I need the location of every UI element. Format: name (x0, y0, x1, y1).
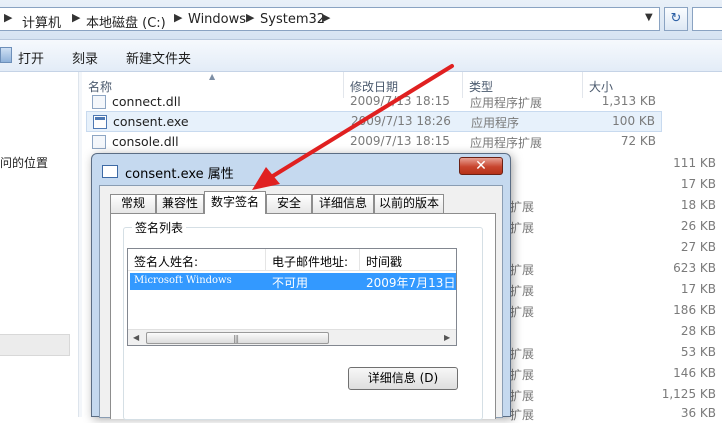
signer-name: Microsoft Windows (134, 275, 232, 286)
dialog-title: consent.exe 属性 (125, 167, 234, 182)
signer-email: 不可用 (272, 276, 309, 290)
signature-list[interactable]: 签名人姓名: 电子邮件地址: 时间戳 Microsoft Windows 不可用… (127, 248, 457, 346)
signature-list-header: 签名人姓名: 电子邮件地址: 时间戳 (128, 249, 456, 271)
file-row[interactable]: connect.dll 2009/7/13 18:15 应用程序扩展 1,313… (86, 92, 662, 113)
open-icon (0, 47, 12, 63)
file-size: 17 KB (680, 282, 716, 296)
file-type: 扩展 (510, 305, 535, 319)
file-date: 2009/7/13 18:15 (350, 134, 450, 148)
dll-file-icon (92, 135, 106, 149)
close-button[interactable]: ✕ (459, 157, 503, 175)
file-size: 1,313 KB (601, 94, 656, 108)
file-size: 72 KB (620, 134, 656, 148)
dll-file-icon (92, 95, 106, 109)
file-type: 扩展 (510, 368, 535, 382)
address-bar[interactable]: ▶ 计算机 ▶ 本地磁盘 (C:) ▶ Windows ▶ System32 ▶… (0, 7, 660, 31)
file-size: 111 KB (673, 156, 716, 170)
file-name: connect.dll (112, 94, 181, 109)
file-type: 扩展 (510, 200, 535, 214)
tab-details[interactable]: 详细信息 (312, 194, 374, 213)
file-date: 2009/7/13 18:15 (350, 94, 450, 108)
sort-ascending-icon: ▲ (209, 72, 216, 81)
file-size: 186 KB (673, 303, 716, 317)
file-type: 扩展 (510, 284, 535, 298)
column-header-email[interactable]: 电子邮件地址: (266, 249, 360, 271)
breadcrumb-windows[interactable]: Windows (188, 12, 246, 27)
close-icon: ✕ (475, 158, 487, 174)
navigation-pane: 问的位置 (0, 72, 78, 417)
file-size: 1,125 KB (661, 387, 716, 401)
file-size: 100 KB (612, 114, 655, 128)
file-size: 28 KB (680, 324, 716, 338)
open-button[interactable]: 打开 (18, 48, 44, 67)
breadcrumb-separator-icon[interactable]: ▶ (72, 11, 80, 24)
file-row-selected[interactable]: consent.exe 2009/7/13 18:26 应用程序 100 KB (86, 111, 662, 132)
breadcrumb-system32[interactable]: System32 (260, 12, 325, 27)
new-folder-button[interactable]: 新建文件夹 (126, 48, 191, 67)
file-name: console.dll (112, 134, 179, 149)
file-type: 应用程序扩展 (470, 96, 543, 110)
tab-digital-signatures[interactable]: 数字签名 (204, 191, 266, 214)
file-type: 扩展 (510, 389, 535, 403)
breadcrumb-separator-icon[interactable]: ▶ (246, 11, 254, 24)
signature-row[interactable]: Microsoft Windows 不可用 2009年7月13日 1 (130, 273, 456, 290)
breadcrumb-separator-icon[interactable]: ▶ (322, 11, 330, 24)
dialog-body: 常规 兼容性 数字签名 安全 详细信息 以前的版本 签名列表 签名人姓名: 电子… (99, 185, 503, 420)
tab-previous-versions[interactable]: 以前的版本 (374, 194, 444, 213)
search-input[interactable] (692, 7, 722, 31)
properties-dialog: consent.exe 属性 ✕ 常规 兼容性 数字签名 安全 详细信息 以前的… (91, 153, 511, 420)
file-size: 17 KB (680, 177, 716, 191)
tab-compatibility[interactable]: 兼容性 (156, 194, 204, 213)
window-icon (102, 165, 118, 178)
scroll-right-icon[interactable]: ▶ (444, 333, 450, 342)
file-type: 扩展 (510, 347, 535, 361)
tab-general[interactable]: 常规 (110, 194, 156, 213)
file-type: 扩展 (510, 408, 535, 422)
details-button[interactable]: 详细信息 (D) (348, 367, 458, 390)
grip-icon: ||| (233, 334, 239, 343)
file-name: consent.exe (113, 114, 189, 129)
tab-security[interactable]: 安全 (266, 194, 312, 213)
file-size: 623 KB (673, 261, 716, 275)
breadcrumb-local-disk[interactable]: 本地磁盘 (C:) (86, 12, 166, 31)
file-size: 53 KB (680, 345, 716, 359)
file-size: 36 KB (680, 406, 716, 420)
refresh-icon: ↻ (670, 11, 682, 26)
file-size: 18 KB (680, 198, 716, 212)
file-size: 26 KB (680, 219, 716, 233)
scrollbar-thumb[interactable]: ||| (146, 332, 329, 344)
column-header-signer[interactable]: 签名人姓名: (128, 249, 266, 271)
file-date: 2009/7/13 18:26 (351, 114, 451, 128)
scroll-left-icon[interactable]: ◀ (133, 333, 139, 342)
file-size: 146 KB (673, 366, 716, 380)
signature-list-label: 签名列表 (132, 219, 187, 236)
file-type: 扩展 (510, 221, 535, 235)
signer-timestamp: 2009年7月13日 1 (366, 276, 456, 290)
column-header-timestamp[interactable]: 时间戳 (360, 249, 456, 271)
file-type: 应用程序扩展 (470, 136, 543, 150)
horizontal-scrollbar[interactable]: ◀ ||| ▶ (128, 329, 456, 345)
exe-file-icon (93, 115, 107, 129)
nav-item-recent-places[interactable]: 问的位置 (0, 154, 48, 171)
burn-button[interactable]: 刻录 (72, 48, 98, 67)
breadcrumb-separator-icon[interactable]: ▶ (4, 11, 12, 24)
digital-signatures-panel: 签名列表 签名人姓名: 电子邮件地址: 时间戳 Microsoft Window… (110, 213, 496, 420)
command-toolbar: 打开 刻录 新建文件夹 (0, 40, 722, 72)
breadcrumb-computer[interactable]: 计算机 (22, 12, 61, 31)
nav-item-selected[interactable] (0, 334, 70, 356)
file-type: 应用程序 (471, 116, 520, 130)
file-size: 27 KB (680, 240, 716, 254)
address-dropdown-icon[interactable]: ▼ (645, 12, 653, 23)
file-type: 扩展 (510, 263, 535, 277)
breadcrumb-separator-icon[interactable]: ▶ (174, 11, 182, 24)
file-row[interactable]: console.dll 2009/7/13 18:15 应用程序扩展 72 KB (86, 132, 662, 153)
address-bar-area: ▶ 计算机 ▶ 本地磁盘 (C:) ▶ Windows ▶ System32 ▶… (0, 0, 722, 40)
refresh-button[interactable]: ↻ (664, 7, 688, 31)
